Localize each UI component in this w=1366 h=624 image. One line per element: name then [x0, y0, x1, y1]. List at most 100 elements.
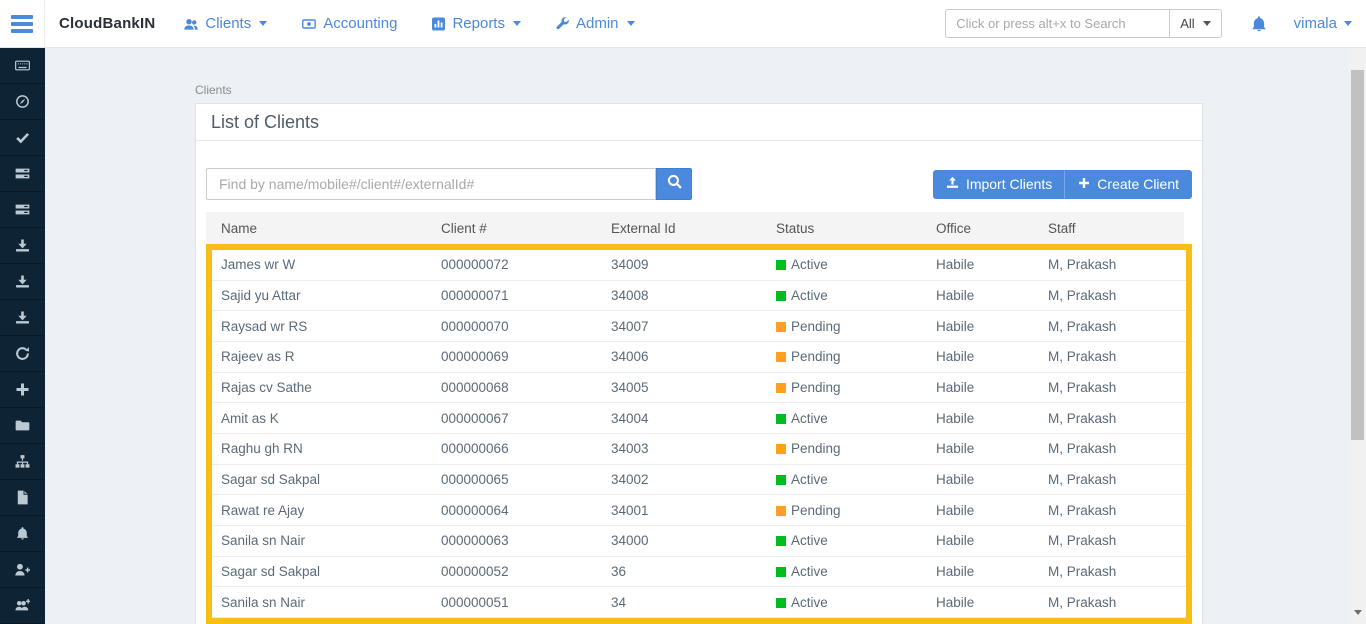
sidebar-item-refresh[interactable] — [0, 336, 45, 372]
nav-item-clients[interactable]: Clients — [183, 15, 267, 32]
status-indicator — [776, 414, 786, 424]
users-icon — [183, 17, 199, 31]
cell-office: Habile — [927, 595, 1039, 610]
table-row[interactable]: Sagar sd Sakpal00000006534002ActiveHabil… — [212, 465, 1186, 496]
search-icon — [667, 174, 682, 194]
sidebar-item-users-plus[interactable] — [0, 588, 45, 624]
sidebar-item-tasks[interactable] — [0, 156, 45, 192]
sidebar-item-download[interactable] — [0, 228, 45, 264]
cell-office: Habile — [927, 503, 1039, 518]
nav-item-accounting[interactable]: Accounting — [301, 15, 397, 32]
cell-office: Habile — [927, 288, 1039, 303]
scrollbar-down-arrow[interactable] — [1349, 603, 1366, 621]
sidebar-item-file[interactable] — [0, 480, 45, 516]
sidebar — [0, 48, 45, 624]
status-indicator — [776, 322, 786, 332]
cell-name: Sagar sd Sakpal — [212, 564, 432, 579]
folder-icon — [15, 418, 30, 433]
sidebar-item-bell[interactable] — [0, 516, 45, 552]
cell-name: Rajas cv Sathe — [212, 380, 432, 395]
scrollbar-thumb[interactable] — [1351, 70, 1364, 440]
hamburger-menu-icon[interactable] — [0, 0, 45, 47]
column-header-office[interactable]: Office — [921, 221, 1033, 236]
cell-office: Habile — [927, 533, 1039, 548]
nav-item-reports[interactable]: Reports — [431, 15, 521, 32]
file-icon — [15, 490, 30, 505]
table-row[interactable]: Raghu gh RN00000006634003PendingHabileM,… — [212, 434, 1186, 465]
user-menu[interactable]: vimala — [1294, 15, 1352, 32]
table-header: Name Client # External Id Status Office … — [206, 212, 1184, 244]
sidebar-item-plus[interactable] — [0, 372, 45, 408]
status-indicator — [776, 444, 786, 454]
table-row[interactable]: Sanila sn Nair00000006334000ActiveHabile… — [212, 526, 1186, 557]
cell-office: Habile — [927, 564, 1039, 579]
chart-icon — [431, 17, 446, 31]
column-header-staff[interactable]: Staff — [1033, 221, 1184, 236]
status-badge: Active — [767, 533, 927, 548]
client-search-input[interactable] — [206, 168, 656, 200]
column-header-client-no[interactable]: Client # — [426, 221, 596, 236]
cell-office: Habile — [927, 349, 1039, 364]
cell-staff: M, Prakash — [1039, 257, 1186, 272]
download-icon — [15, 238, 30, 253]
cell-external-id: 34001 — [602, 503, 767, 518]
cell-client-no: 000000063 — [432, 533, 602, 548]
search-button[interactable] — [656, 168, 692, 200]
sidebar-item-tasks[interactable] — [0, 192, 45, 228]
status-badge: Active — [767, 472, 927, 487]
sidebar-item-sitemap[interactable] — [0, 444, 45, 480]
app-logo[interactable]: CloudBankIN — [59, 15, 155, 32]
cell-external-id: 34005 — [602, 380, 767, 395]
sidebar-item-download[interactable] — [0, 264, 45, 300]
users-plus-icon — [15, 598, 30, 613]
import-clients-button[interactable]: Import Clients — [933, 170, 1065, 199]
cell-external-id: 34004 — [602, 411, 767, 426]
cell-client-no: 000000068 — [432, 380, 602, 395]
cell-external-id: 34006 — [602, 349, 767, 364]
table-row[interactable]: Sajid yu Attar00000007134008ActiveHabile… — [212, 281, 1186, 312]
page-scrollbar[interactable] — [1349, 48, 1366, 624]
column-header-status[interactable]: Status — [761, 221, 921, 236]
main-nav: Clients Accounting Reports Admin — [183, 15, 634, 32]
sidebar-item-user-plus[interactable] — [0, 552, 45, 588]
nav-item-admin[interactable]: Admin — [555, 15, 635, 32]
bell-icon — [15, 526, 30, 541]
column-header-external-id[interactable]: External Id — [596, 221, 761, 236]
table-row[interactable]: Rajeev as R00000006934006PendingHabileM,… — [212, 342, 1186, 373]
cell-client-no: 000000071 — [432, 288, 602, 303]
cell-external-id: 34007 — [602, 319, 767, 334]
table-row[interactable]: James wr W00000007234009ActiveHabileM, P… — [212, 250, 1186, 281]
table-row[interactable]: Sagar sd Sakpal00000005236ActiveHabileM,… — [212, 557, 1186, 588]
sidebar-item-check[interactable] — [0, 120, 45, 156]
page-title: List of Clients — [196, 104, 1202, 141]
search-scope-dropdown[interactable]: All — [1169, 9, 1221, 38]
user-plus-icon — [15, 562, 30, 577]
status-indicator — [776, 352, 786, 362]
cell-staff: M, Prakash — [1039, 595, 1186, 610]
sidebar-item-download[interactable] — [0, 300, 45, 336]
status-badge: Active — [767, 288, 927, 303]
notifications-bell-icon[interactable] — [1250, 15, 1268, 33]
sidebar-item-keyboard[interactable] — [0, 48, 45, 84]
cell-office: Habile — [927, 257, 1039, 272]
table-row[interactable]: Amit as K00000006734004ActiveHabileM, Pr… — [212, 403, 1186, 434]
global-search-input[interactable] — [945, 9, 1169, 38]
sidebar-item-compass[interactable] — [0, 84, 45, 120]
cell-name: Rawat re Ajay — [212, 503, 432, 518]
global-search: All — [945, 9, 1221, 38]
status-indicator — [776, 260, 786, 270]
create-client-button[interactable]: Create Client — [1065, 170, 1192, 199]
sitemap-icon — [15, 454, 30, 469]
cell-staff: M, Prakash — [1039, 472, 1186, 487]
table-row[interactable]: Rajas cv Sathe00000006834005PendingHabil… — [212, 373, 1186, 404]
table-row[interactable]: Rawat re Ajay00000006434001PendingHabile… — [212, 495, 1186, 526]
chevron-down-icon — [259, 21, 267, 26]
table-row[interactable]: Sanila sn Nair00000005134ActiveHabileM, … — [212, 587, 1186, 618]
check-icon — [15, 130, 30, 145]
cell-staff: M, Prakash — [1039, 411, 1186, 426]
cell-office: Habile — [927, 472, 1039, 487]
sidebar-item-folder[interactable] — [0, 408, 45, 444]
table-row[interactable]: Raysad wr RS00000007034007PendingHabileM… — [212, 311, 1186, 342]
column-header-name[interactable]: Name — [206, 221, 426, 236]
breadcrumb[interactable]: Clients — [195, 83, 232, 97]
